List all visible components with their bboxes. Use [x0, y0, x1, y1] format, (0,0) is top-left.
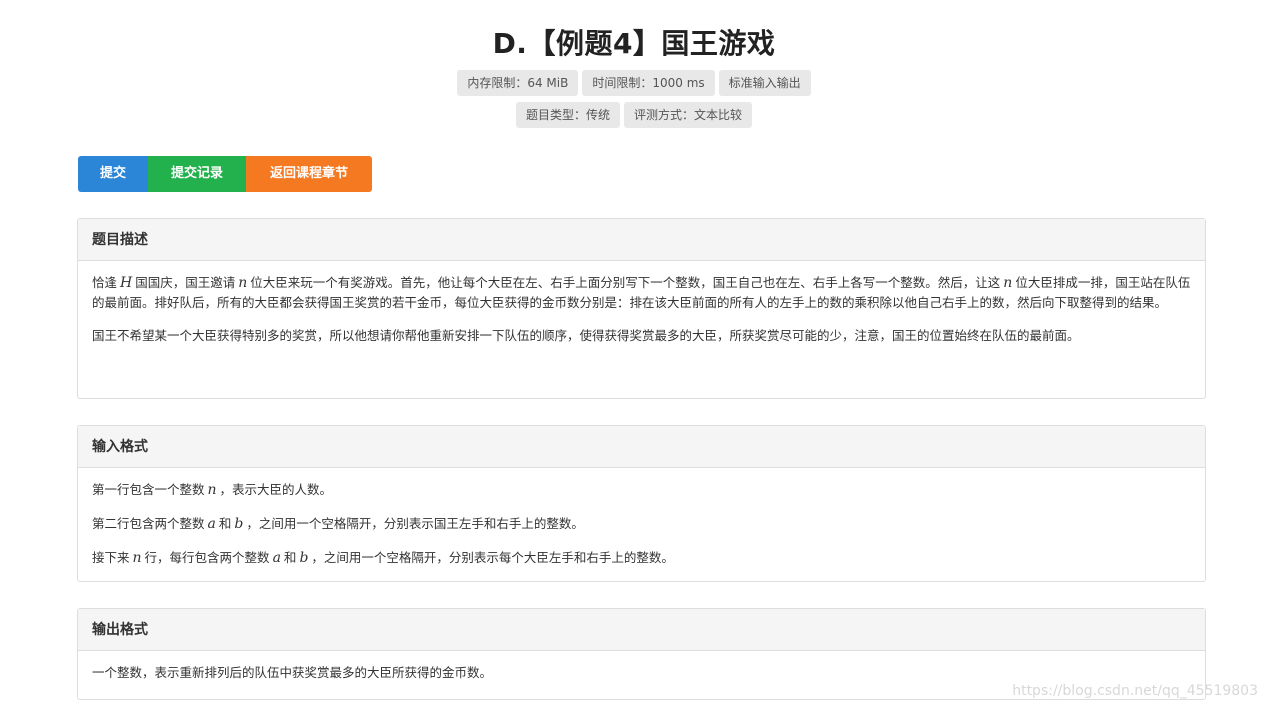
input-format-body: 第一行包含一个整数 n ，表示大臣的人数。 第二行包含两个整数 a 和 b ，之间用一个空格…	[78, 468, 1205, 592]
input-format-heading: 输入格式	[78, 426, 1205, 468]
text-fragment: 国国庆，国王邀请	[135, 275, 236, 290]
math-var-a: a	[207, 516, 216, 532]
description-body: 恰逢 H 国国庆，国王邀请 n 位大臣来玩一个有奖游戏。首先，他让每个大臣在左、右手上面…	[78, 261, 1205, 355]
math-var-a: a	[272, 550, 281, 566]
text-fragment: 和	[283, 550, 297, 565]
input-format-panel: 输入格式 第一行包含一个整数 n ，表示大臣的人数。 第二行包含两个整数 a 和 b ，之间…	[77, 425, 1206, 582]
math-var-h: H	[120, 275, 133, 291]
submission-records-button[interactable]: 提交记录	[148, 156, 246, 192]
limits-tags: 内存限制：64 MiB 时间限制：1000 ms 标准输入输出	[0, 70, 1268, 96]
description-panel: 题目描述 恰逢 H 国国庆，国王邀请 n 位大臣来玩一个有奖游戏。首先，他让每个大臣在左…	[77, 218, 1206, 399]
submit-button[interactable]: 提交	[78, 156, 148, 192]
text-fragment: 第一行包含一个整数	[92, 482, 205, 497]
text-fragment: ，之间用一个空格隔开，分别表示国王左手和右手上的整数。	[246, 516, 584, 531]
math-var-b: b	[299, 550, 309, 566]
math-var-n: n	[238, 275, 248, 291]
math-var-n: n	[207, 482, 217, 498]
text-fragment: 接下来	[92, 550, 130, 565]
text-fragment: 和	[218, 516, 232, 531]
output-format-heading: 输出格式	[78, 609, 1205, 651]
text-fragment: 第二行包含两个整数	[92, 516, 205, 531]
action-buttons: 提交 提交记录 返回课程章节	[78, 156, 372, 192]
text-fragment: 行，每行包含两个整数	[144, 550, 270, 565]
text-fragment: 恰逢	[92, 275, 118, 290]
math-var-n: n	[132, 550, 142, 566]
math-var-n: n	[1003, 275, 1013, 291]
io-type-tag: 标准输入输出	[718, 70, 811, 96]
judge-method-tag: 评测方式：文本比较	[624, 102, 753, 128]
description-heading: 题目描述	[78, 219, 1205, 261]
text-fragment: ，表示大臣的人数。	[219, 482, 333, 497]
type-tags: 题目类型：传统 评测方式：文本比较	[0, 102, 1268, 128]
text-fragment: 位大臣来玩一个有奖游戏。首先，他让每个大臣在左、右手上面分别写下一个整数，国王自…	[250, 275, 1001, 290]
input-line-2: 第二行包含两个整数 a 和 b ，之间用一个空格隔开，分别表示国王左手和右手上的整数。	[92, 514, 1191, 534]
input-line-3: 接下来 n 行，每行包含两个整数 a 和 b ，之间用一个空格隔开，分别表示每个大臣左手和右…	[92, 548, 1191, 568]
description-paragraph-2: 国王不希望某一个大臣获得特别多的奖赏，所以他想请你帮他重新安排一下队伍的顺序，使…	[92, 328, 1080, 343]
page-title: D.【例题4】国王游戏	[492, 27, 776, 60]
back-to-chapter-button[interactable]: 返回课程章节	[246, 156, 372, 192]
input-line-1: 第一行包含一个整数 n ，表示大臣的人数。	[92, 480, 1191, 500]
watermark: https://blog.csdn.net/qq_45519803	[1012, 683, 1258, 699]
math-var-b: b	[234, 516, 244, 532]
text-fragment: ，之间用一个空格隔开，分别表示每个大臣左手和右手上的整数。	[311, 550, 674, 565]
output-line-1: 一个整数，表示重新排列后的队伍中获奖赏最多的大臣所获得的金币数。	[92, 665, 493, 680]
memory-limit-tag: 内存限制：64 MiB	[457, 70, 579, 96]
time-limit-tag: 时间限制：1000 ms	[582, 70, 715, 96]
description-paragraph-1: 恰逢 H 国国庆，国王邀请 n 位大臣来玩一个有奖游戏。首先，他让每个大臣在左、右手上面…	[92, 273, 1191, 312]
problem-type-tag: 题目类型：传统	[515, 102, 620, 128]
